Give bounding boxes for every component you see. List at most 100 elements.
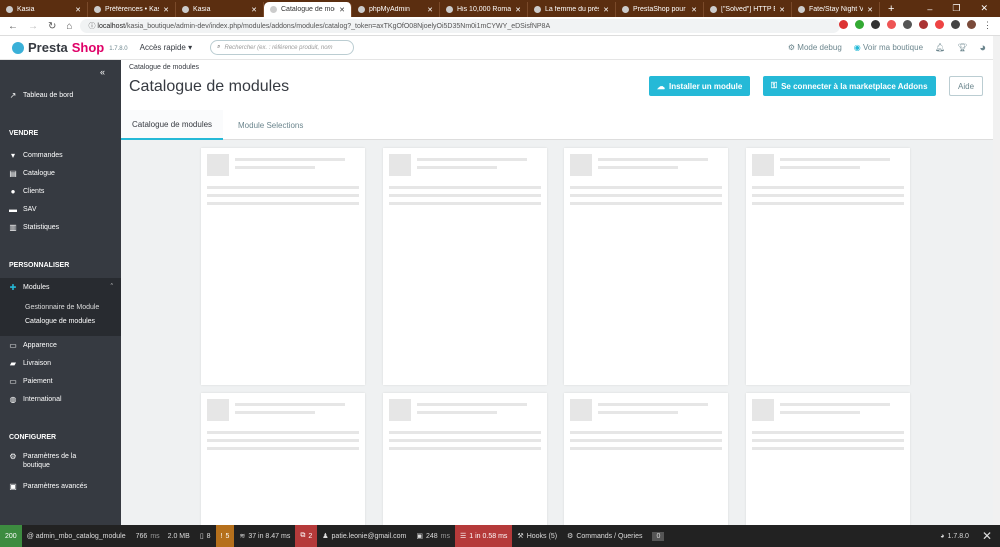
back-icon[interactable]: ← [8, 21, 18, 32]
extension-icon[interactable] [855, 20, 864, 29]
extension-icon[interactable] [871, 20, 880, 29]
close-tab-icon[interactable]: ✕ [691, 6, 697, 14]
quick-access-dropdown[interactable]: Accès rapide ▾ [140, 43, 193, 52]
browser-tab[interactable]: ["Solved"] HTTP ERI ✕ [704, 2, 792, 17]
eye-icon: ◉ [853, 43, 861, 52]
account-icon[interactable]: ◕ [979, 42, 986, 54]
page-header: Catalogue de modules Catalogue de module… [121, 60, 993, 140]
close-tab-icon[interactable]: ✕ [603, 6, 609, 14]
breadcrumb[interactable]: Catalogue de modules [129, 64, 199, 71]
browser-tab[interactable]: Fate/Stay Night VF ✕ [792, 2, 880, 17]
tab-title: ["Solved"] HTTP ERI [721, 6, 775, 13]
user[interactable]: ♟ patie.leonie@gmail.com [317, 525, 411, 547]
close-tab-icon[interactable]: ✕ [251, 6, 257, 14]
tab-module-selections[interactable]: Module Selections [227, 110, 314, 140]
text-placeholder [780, 403, 890, 406]
browser-tab[interactable]: PrestaShop pour le ✕ [616, 2, 704, 17]
close-tab-icon[interactable]: ✕ [867, 6, 873, 14]
sidebar-item-appearance[interactable]: ▭ Apparence [0, 336, 121, 354]
prestashop-version[interactable]: ◕ 1.7.8.0 [935, 525, 974, 547]
hooks[interactable]: ⚒ Hooks (5) [512, 525, 562, 547]
module-image-placeholder [389, 154, 411, 176]
restore-window-button[interactable]: ❐ [952, 3, 960, 14]
reload-icon[interactable]: ↻ [48, 21, 56, 32]
cache[interactable]: ☰ 1 in 0.58 ms [455, 525, 513, 547]
connect-addons-button[interactable]: ⚿ Se connecter à la marketplace Addons [763, 76, 936, 96]
module-card-placeholder [201, 148, 365, 385]
close-tab-icon[interactable]: ✕ [339, 6, 345, 14]
favicon-icon [94, 6, 101, 13]
text-placeholder [752, 194, 904, 197]
trophy-icon[interactable]: 🏆︎ [957, 43, 967, 52]
close-tab-icon[interactable]: ✕ [163, 6, 169, 14]
close-window-button[interactable]: ✕ [980, 3, 988, 14]
browser-tab[interactable]: Préférences • Kasia ✕ [88, 2, 176, 17]
tab-title: His 10,000 Romanti [457, 6, 512, 13]
tab-module-catalog[interactable]: Catalogue de modules [121, 110, 224, 140]
browser-tab[interactable]: phpMyAdmin ✕ [352, 2, 440, 17]
close-tab-icon[interactable]: ✕ [75, 6, 81, 14]
search-input[interactable]: ⌕ Rechercher (ex. : référence produit, no… [210, 40, 355, 55]
load[interactable]: ▣ 248 ms [411, 525, 455, 547]
errors[interactable]: ⧉ 2 [295, 525, 318, 547]
extension-icon[interactable] [919, 20, 928, 29]
sidebar-item-modules[interactable]: ✚ Modules ˆ [0, 278, 121, 296]
sidebar-item-stats[interactable]: ▥ Statistiques [0, 218, 121, 236]
browser-tab[interactable]: La femme du présid ✕ [528, 2, 616, 17]
view-shop-link[interactable]: ◉ Voir ma boutique [854, 43, 923, 52]
close-tab-icon[interactable]: ✕ [779, 6, 785, 14]
sidebar-item-international[interactable]: ◍ International [0, 390, 121, 408]
sidebar-item-orders[interactable]: ▾ Commandes [0, 146, 121, 164]
help-button[interactable]: Aide [949, 76, 984, 96]
browser-tab[interactable]: Kasia ✕ [176, 2, 264, 17]
minimize-window-button[interactable]: – [927, 4, 932, 14]
status-code[interactable]: 200 [0, 525, 22, 547]
sidebar-item-payment[interactable]: ▭ Paiement [0, 372, 121, 390]
close-tab-icon[interactable]: ✕ [427, 6, 433, 14]
forms-icon: ▯ [199, 533, 204, 540]
time[interactable]: 766 ms 2.0 MB [131, 525, 195, 547]
sidebar-item-shipping[interactable]: ▰ Livraison [0, 354, 121, 372]
debug-mode-link[interactable]: ⚙ Mode debug [788, 43, 842, 52]
warnings[interactable]: ! 5 [215, 525, 235, 547]
collapse-sidebar-icon[interactable]: « [100, 67, 105, 77]
tab-title: PrestaShop pour le [633, 6, 688, 13]
new-tab-button[interactable]: + [880, 3, 902, 15]
menu-icon[interactable]: ⋮ [983, 20, 992, 30]
sidebar-subitem-module-catalog[interactable]: Catalogue de modules [25, 318, 95, 325]
extension-icon[interactable] [887, 20, 896, 29]
extension-icon[interactable] [839, 20, 848, 29]
queries[interactable]: ≋ 37 in 8.47 ms [234, 525, 295, 547]
sidebar-subitem-module-manager[interactable]: Gestionnaire de Module [25, 304, 99, 311]
trend-icon: ↗ [9, 90, 17, 100]
close-tab-icon[interactable]: ✕ [515, 6, 521, 14]
forms[interactable]: ▯ 8 [195, 525, 216, 547]
section-customize: PERSONNALISER [9, 262, 70, 269]
browser-tab[interactable]: Catalogue de modu ✕ [264, 2, 352, 17]
sidebar-item-shop-params[interactable]: ⚙ Paramètres de la boutique [0, 452, 121, 476]
sidebar-item-advanced-params[interactable]: ▣ Paramètres avancés [0, 477, 121, 495]
counter[interactable]: 0 [647, 525, 669, 547]
profile-avatar[interactable] [967, 20, 976, 29]
install-module-button[interactable]: ☁ Installer un module [649, 76, 751, 96]
extension-icon[interactable] [903, 20, 912, 29]
sidebar-item-customers[interactable]: ● Clients [0, 182, 121, 200]
commands[interactable]: ⚙ Commands / Queries [562, 525, 647, 547]
url-input[interactable]: ⓘ localhost/kasia_boutique/admin-dev/ind… [80, 19, 840, 33]
sidebar-item-sav[interactable]: ▬ SAV [0, 200, 121, 218]
sidebar-item-catalog[interactable]: ▤ Catalogue [0, 164, 121, 182]
home-icon[interactable]: ⌂ [66, 21, 72, 32]
key-icon[interactable] [951, 20, 960, 29]
favicon-icon [358, 6, 365, 13]
sidebar-item-dashboard[interactable]: ↗ Tableau de bord [0, 86, 121, 104]
tab-title: phpMyAdmin [369, 6, 410, 13]
close-debug-bar-button[interactable]: ✕ [974, 525, 1000, 547]
forward-icon[interactable]: → [28, 21, 38, 32]
route[interactable]: @ admin_mbo_catalog_module [22, 525, 131, 547]
browser-tab[interactable]: His 10,000 Romanti✕ [440, 2, 528, 17]
prestashop-logo[interactable]: Presta Shop [0, 40, 104, 55]
scrollbar[interactable] [993, 36, 1000, 525]
extension-icon[interactable] [935, 20, 944, 29]
browser-tab[interactable]: Kasia ✕ [0, 2, 88, 17]
notifications-bell-icon[interactable]: 🔔︎ [935, 43, 945, 52]
